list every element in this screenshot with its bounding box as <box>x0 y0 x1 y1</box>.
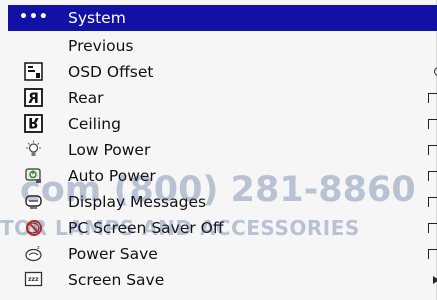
menu-header[interactable]: ••• System <box>8 5 437 31</box>
ceiling-mount-icon: R <box>24 114 43 133</box>
menu-item-label: Ceiling <box>68 115 121 133</box>
menu-item-ceiling[interactable]: R Ceiling <box>8 111 437 137</box>
menu-item-label: PC Screen Saver Off <box>68 219 224 237</box>
svg-text:R: R <box>28 114 39 130</box>
menu-title: System <box>68 9 126 27</box>
menu-item-pc-screen-saver-off[interactable]: PC Screen Saver Off <box>8 215 437 241</box>
menu-dots-icon: ••• <box>19 9 49 25</box>
menu-item-osd-offset[interactable]: OSD Offset <box>8 59 437 85</box>
screen-save-icon: zzz <box>24 270 43 289</box>
menu-item-power-save[interactable]: z Power Save <box>8 241 437 267</box>
svg-text:z: z <box>37 245 40 251</box>
svg-text:zzz: zzz <box>28 276 39 283</box>
ceiling-checkbox[interactable] <box>428 119 437 129</box>
system-menu: ••• System Previous OSD Offset R Rear R … <box>0 0 437 300</box>
power-save-icon: z <box>24 244 43 263</box>
menu-item-label: OSD Offset <box>68 63 154 81</box>
power-save-checkbox[interactable] <box>428 249 437 259</box>
menu-item-label: Low Power <box>68 141 151 159</box>
menu-item-previous[interactable]: Previous <box>8 33 437 59</box>
menu-item-rear[interactable]: R Rear <box>8 85 437 111</box>
menu-item-label: Auto Power <box>68 167 156 185</box>
rear-checkbox[interactable] <box>428 93 437 103</box>
low-power-checkbox[interactable] <box>428 145 437 155</box>
screen-saver-off-icon <box>24 218 43 237</box>
submenu-arrow-icon[interactable] <box>433 276 437 284</box>
display-messages-checkbox[interactable] <box>428 197 437 207</box>
menu-item-display-messages[interactable]: Display Messages <box>8 189 437 215</box>
rear-projection-icon: R <box>24 88 43 107</box>
menu-item-label: Display Messages <box>68 193 207 211</box>
menu-item-auto-power[interactable]: Auto Power <box>8 163 437 189</box>
pc-screen-saver-off-checkbox[interactable] <box>428 223 437 233</box>
menu-item-label: Previous <box>68 37 134 55</box>
svg-text:R: R <box>28 91 39 107</box>
display-messages-icon <box>24 192 43 211</box>
lamp-icon <box>24 140 43 159</box>
menu-item-label: Rear <box>68 89 104 107</box>
menu-item-label: Power Save <box>68 245 158 263</box>
osd-offset-icon <box>24 62 43 81</box>
auto-power-icon <box>24 166 43 185</box>
menu-item-low-power[interactable]: Low Power <box>8 137 437 163</box>
menu-item-screen-save[interactable]: zzz Screen Save <box>8 267 437 293</box>
menu-item-label: Screen Save <box>68 271 165 289</box>
auto-power-checkbox[interactable] <box>428 171 437 181</box>
